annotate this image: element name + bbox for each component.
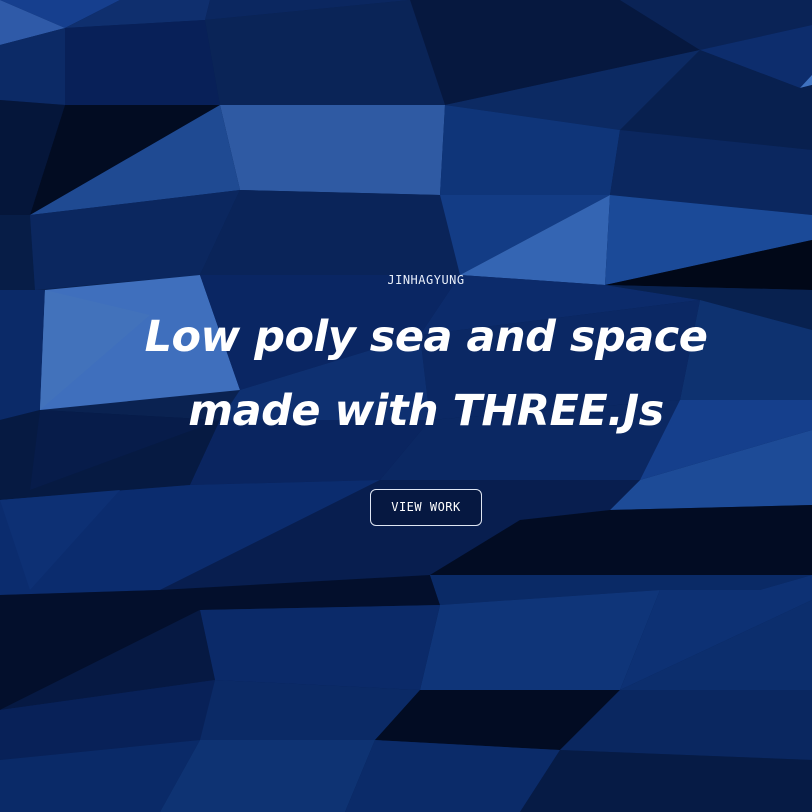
hero-eyebrow: JINHAGYUNG (387, 273, 465, 287)
hero-section: JINHAGYUNG Low poly sea and space made w… (0, 0, 812, 812)
hero-headline: Low poly sea and space made with THREE.J… (0, 300, 812, 448)
page: JINHAGYUNG Low poly sea and space made w… (0, 0, 812, 812)
view-work-button[interactable]: VIEW WORK (370, 489, 482, 526)
hero-headline-line-2: made with THREE.Js (188, 386, 664, 436)
hero-headline-line-1: Low poly sea and space (144, 312, 708, 362)
